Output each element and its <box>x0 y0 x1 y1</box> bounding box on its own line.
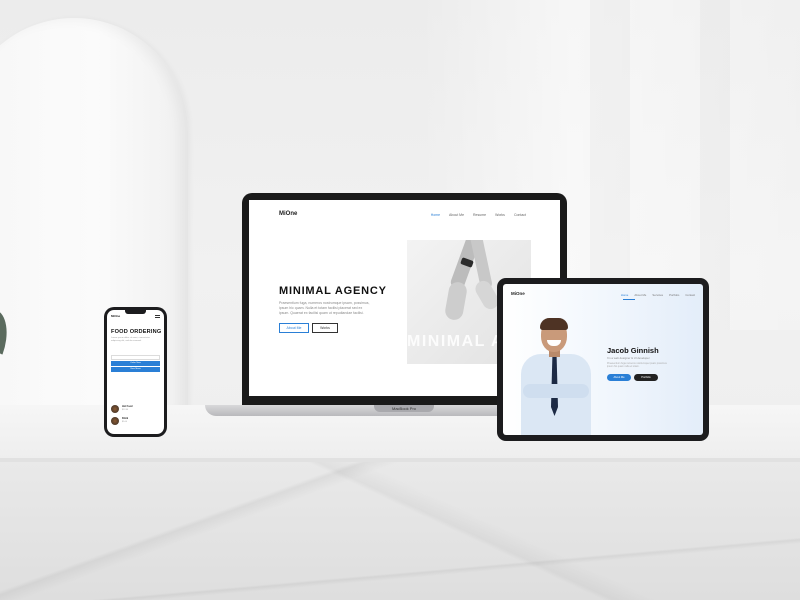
tablet-screen: MiOne Home About Me Services Portfolio C… <box>503 284 703 435</box>
laptop-brand-label: MacBook Pro <box>374 405 434 412</box>
hair-shape <box>540 318 568 330</box>
hamburger-menu-icon[interactable] <box>155 315 160 318</box>
tablet-nav-about[interactable]: About Me <box>634 293 646 297</box>
about-me-button[interactable]: About Me <box>279 323 309 333</box>
nav-link-about[interactable]: About Me <box>449 213 464 217</box>
phone-search-input[interactable] <box>111 355 160 360</box>
phone-site-logo[interactable]: MiOne <box>111 314 120 318</box>
phone-notch <box>125 310 146 314</box>
crossed-arms-shape <box>523 384 589 398</box>
food-list-item[interactable]: Drink $5.00 <box>111 416 160 426</box>
hand-shape <box>443 280 469 322</box>
food-item-name: Drink <box>122 417 129 420</box>
food-item-price: $12.00 <box>122 409 129 411</box>
tablet-secondary-button[interactable]: Portfolio <box>634 374 658 381</box>
hero-text: Praesentium fuga, numeros nostrumque ips… <box>279 301 370 315</box>
profile-description: Praesentium fuga numeros nostrumque ipsa… <box>607 362 667 369</box>
food-item-price: $5.00 <box>122 421 128 423</box>
tablet-site-logo[interactable]: MiOne <box>511 291 525 296</box>
tablet-nav-home[interactable]: Home <box>621 293 628 297</box>
phone-screen: MiOne FOOD ORDERING Lorem ipsum dolor si… <box>107 310 164 434</box>
phone: MiOne FOOD ORDERING Lorem ipsum dolor si… <box>104 307 167 437</box>
site-logo[interactable]: MiOne <box>279 211 297 217</box>
phone-button-2[interactable]: View Menu <box>111 367 160 372</box>
marble-counter-front <box>0 462 800 600</box>
person-photo <box>519 318 595 435</box>
tablet: MiOne Home About Me Services Portfolio C… <box>497 278 709 441</box>
nav-link-works[interactable]: Works <box>495 213 505 217</box>
tablet-primary-button[interactable]: About Me <box>607 374 631 381</box>
food-list-item[interactable]: Hot Food $12.00 <box>111 404 160 414</box>
phone-button-1[interactable]: Order Now <box>111 361 160 366</box>
tablet-nav-contact[interactable]: Contact <box>685 293 695 297</box>
tablet-site-nav: Home About Me Services Portfolio Contact <box>621 293 695 297</box>
food-item-name: Hot Food <box>122 405 133 408</box>
tablet-nav-portfolio[interactable]: Portfolio <box>669 293 679 297</box>
phone-text: Lorem ipsum dolor sit amet, consectetur … <box>111 337 150 342</box>
works-button[interactable]: Works <box>312 323 338 333</box>
site-nav: Home About Me Resume Works Contact <box>431 213 526 217</box>
food-dish-icon <box>111 417 119 425</box>
active-nav-underline <box>623 299 635 300</box>
profile-subtitle: I'm a web designer & UI developer <box>607 356 650 360</box>
food-dish-icon <box>111 405 119 413</box>
hero-title: MINIMAL AGENCY <box>279 285 387 297</box>
nav-link-resume[interactable]: Resume <box>473 213 486 217</box>
nav-link-contact[interactable]: Contact <box>514 213 526 217</box>
tablet-nav-services[interactable]: Services <box>652 293 663 297</box>
nav-link-home[interactable]: Home <box>431 213 440 217</box>
phone-title: FOOD ORDERING <box>111 329 162 335</box>
profile-name: Jacob Ginnish <box>607 346 659 355</box>
